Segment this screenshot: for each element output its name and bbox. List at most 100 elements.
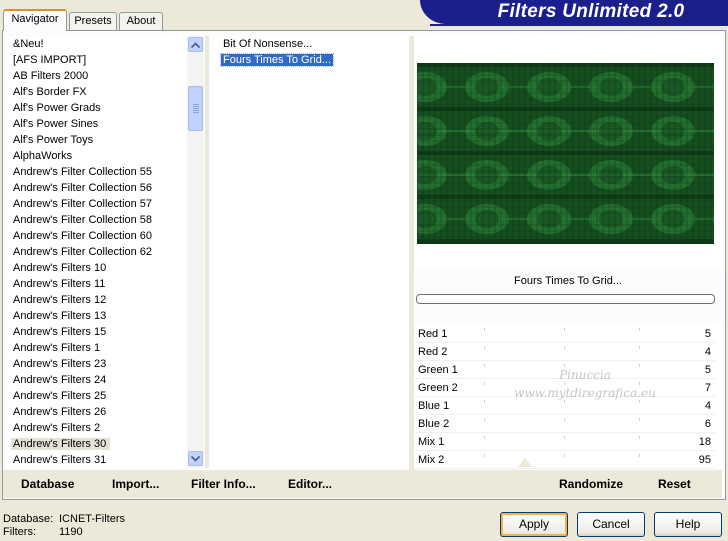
category-item[interactable]: Andrew's Filters 23 [7,356,187,372]
category-item-label: Alf's Border FX [13,86,87,98]
param-row[interactable]: Red 1 5 [414,325,715,343]
database-button[interactable]: Database [21,474,74,494]
slider-pointer-icon [518,458,532,467]
tab-navigator[interactable]: Navigator [3,9,67,31]
category-item[interactable]: Alf's Power Toys [7,132,187,148]
category-item-label: &Neu! [13,38,44,50]
param-tick [639,454,640,457]
chevron-up-icon [191,41,200,48]
apply-button[interactable]: Apply [500,512,568,537]
param-row[interactable]: Red 2 4 [414,343,715,361]
param-row[interactable]: Mix 2 95 [414,451,715,469]
param-tick [484,346,485,349]
param-tick [484,418,485,421]
category-item[interactable]: Andrew's Filters 30 [7,436,187,452]
progress-bar [416,294,715,304]
category-item[interactable]: Andrew's Filter Collection 62 [7,244,187,260]
category-item[interactable]: Andrew's Filters 31 [7,452,187,468]
param-tick [564,328,565,331]
category-item[interactable]: Andrew's Filters 15 [7,324,187,340]
category-item[interactable]: Alf's Border FX [7,84,187,100]
param-tick [564,346,565,349]
title-banner-stripe [430,24,728,26]
category-item[interactable]: Andrew's Filters 2 [7,420,187,436]
category-item[interactable]: Andrew's Filter Collection 56 [7,180,187,196]
category-item-label: Andrew's Filter Collection 58 [13,214,153,226]
app-title: Filters Unlimited 2.0 [497,1,685,22]
category-item[interactable]: Alf's Power Sines [7,116,187,132]
category-item[interactable]: AlphaWorks [7,148,187,164]
category-item[interactable]: &Neu! [7,36,187,52]
category-item-label: Andrew's Filters 23 [13,358,107,370]
category-item[interactable]: Andrew's Filters 26 [7,404,187,420]
category-item-label: Andrew's Filter Collection 55 [13,166,153,178]
help-button[interactable]: Help [654,512,722,537]
scroll-up-button[interactable] [188,37,203,52]
import-button[interactable]: Import... [112,474,159,494]
preview-texture [417,63,714,244]
database-status-value: ICNET-Filters [59,513,125,525]
param-value: 5 [704,328,711,340]
category-item[interactable]: Andrew's Filter Collection 58 [7,212,187,228]
category-item[interactable]: Andrew's Filters 1 [7,340,187,356]
param-label: Green 2 [418,382,458,394]
category-item-label: Andrew's Filters 2 [13,422,101,434]
filter-item[interactable]: Bit Of Nonsense... [209,36,409,52]
category-item[interactable]: Andrew's Filter Collection 57 [7,196,187,212]
category-item[interactable]: Andrew's Filters 25 [7,388,187,404]
category-list[interactable]: &Neu! [AFS IMPORT] AB Filters 2000 Alf's Bo… [7,36,187,468]
param-value: 95 [698,454,711,466]
param-row[interactable]: Blue 2 6 [414,415,715,433]
param-value: 7 [704,382,711,394]
reset-button[interactable]: Reset [658,474,691,494]
randomize-button[interactable]: Randomize [559,474,623,494]
param-value: 4 [704,346,711,358]
category-item[interactable]: Andrew's Filters 12 [7,292,187,308]
param-value: 5 [704,364,711,376]
category-item-label: Andrew's Filter Collection 57 [13,198,153,210]
filter-info-button[interactable]: Filter Info... [191,474,256,494]
category-scrollbar[interactable] [187,36,204,468]
category-item[interactable]: Andrew's Filters 10 [7,260,187,276]
category-item-label: AB Filters 2000 [13,70,89,82]
scroll-down-button[interactable] [188,451,203,466]
selected-filter-name: Fours Times To Grid... [514,275,622,287]
param-row[interactable]: Mix 1 18 [414,433,715,451]
param-tick [564,436,565,439]
category-item-label: Alf's Power Sines [13,118,99,130]
scroll-thumb[interactable] [188,86,203,131]
param-tick [564,418,565,421]
param-tick [484,454,485,457]
param-tick [639,328,640,331]
category-item-label: Andrew's Filter Collection 60 [13,230,153,242]
category-item[interactable]: Andrew's Filter Collection 55 [7,164,187,180]
param-value: 4 [704,400,711,412]
category-item[interactable]: Alf's Power Grads [7,100,187,116]
param-value: 18 [698,436,711,448]
category-item[interactable]: [AFS IMPORT] [7,52,187,68]
param-label: Blue 1 [418,400,450,412]
editor-button[interactable]: Editor... [288,474,332,494]
category-item-label: [AFS IMPORT] [13,54,87,66]
category-item-label: Andrew's Filter Collection 62 [13,246,153,258]
filter-item[interactable]: Fours Times To Grid... [209,52,409,68]
param-label: Mix 2 [418,454,445,466]
category-item-label: Andrew's Filters 25 [13,390,107,402]
cancel-button[interactable]: Cancel [577,512,645,537]
param-value: 6 [704,418,711,430]
chevron-down-icon [191,455,200,462]
category-item-label: Andrew's Filters 24 [13,374,107,386]
filters-status-value: 1190 [59,526,83,538]
category-item[interactable]: AB Filters 2000 [7,68,187,84]
category-item[interactable]: Andrew's Filters 13 [7,308,187,324]
category-item[interactable]: Andrew's Filters 11 [7,276,187,292]
category-item[interactable]: Andrew's Filters 24 [7,372,187,388]
tab-about[interactable]: About [119,12,163,30]
filter-list[interactable]: Bit Of Nonsense... Fours Times To Grid... [209,36,409,468]
category-item[interactable]: Andrew's Filter Collection 60 [7,228,187,244]
param-label: Blue 2 [418,418,450,430]
tab-presets[interactable]: Presets [69,12,117,30]
param-label: Red 1 [418,328,448,340]
param-label: Mix 1 [418,436,445,448]
watermark: Pinuccia www.mytdiregrafica.eu [514,368,656,400]
